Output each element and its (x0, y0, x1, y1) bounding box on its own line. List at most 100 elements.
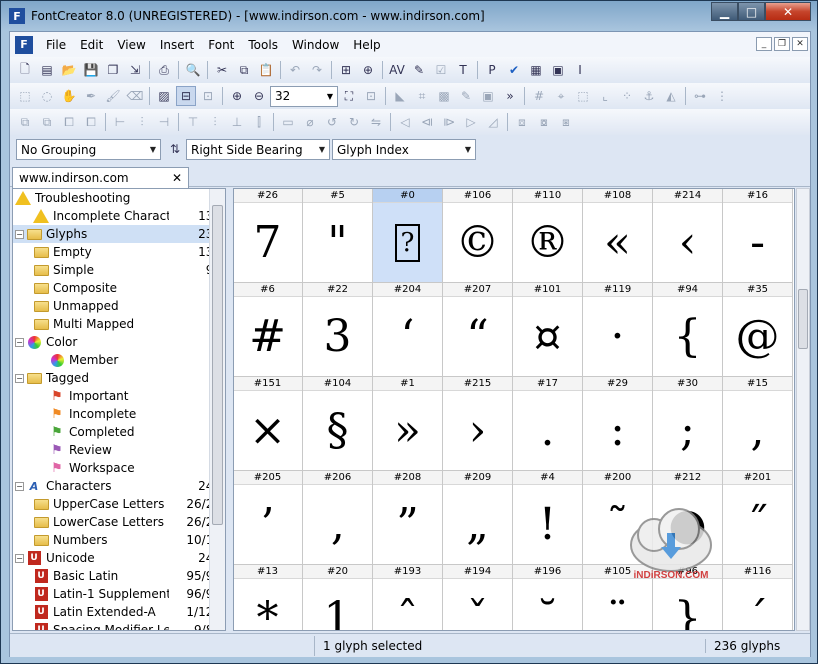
align-bottom-icon[interactable]: ⊥ (227, 112, 247, 132)
tree-item[interactable]: Multi Mapped9 (13, 315, 225, 333)
corner-icon[interactable]: ⌞ (595, 86, 615, 106)
background-icon[interactable]: ▩ (434, 86, 454, 106)
arrow-icon[interactable]: ◣ (390, 86, 410, 106)
glyph-cell[interactable]: #116 ´ (723, 565, 793, 630)
glyph-cell[interactable]: #17. (513, 377, 583, 471)
union-icon[interactable]: ⧈ (512, 112, 532, 132)
insert-glyph-icon[interactable]: ⊞ (336, 60, 356, 80)
tree-item[interactable]: Composite0 (13, 279, 225, 297)
menu-help[interactable]: Help (346, 38, 387, 52)
glyph-cell[interactable]: #20 1 (303, 565, 373, 630)
ungroup-icon[interactable]: ⧉ (37, 112, 57, 132)
glyph-cell[interactable]: #1 » (373, 377, 443, 471)
tree-item[interactable]: LowerCase Letters 26/26 (13, 513, 225, 531)
glyph-cell[interactable]: #35 @ (723, 283, 793, 377)
rotate-left-icon[interactable]: ↺ (322, 112, 342, 132)
tree-item[interactable]: ⚑Review0 (13, 441, 225, 459)
tree-item[interactable]: Member0 (13, 351, 225, 369)
lock-icon[interactable]: ▣ (478, 86, 498, 106)
tree-item[interactable]: Troubleshooting0 (13, 189, 225, 207)
eraser-icon[interactable]: ⌫ (125, 86, 145, 106)
menu-window[interactable]: Window (285, 38, 346, 52)
glyph-cell[interactable]: #29: (583, 377, 653, 471)
tree-item[interactable]: −UUnicode240 (13, 549, 225, 567)
collapse-icon[interactable]: − (15, 337, 24, 347)
grid-toggle-icon[interactable]: ⊟ (176, 86, 196, 106)
tree-item[interactable]: ⚑Incomplete0 (13, 405, 225, 423)
panel-splitter[interactable] (227, 188, 232, 631)
find-icon[interactable]: 🔍 (183, 60, 203, 80)
test-icon[interactable]: ▦ (526, 60, 546, 80)
select-icon[interactable]: ⬚ (15, 86, 35, 106)
glyph-cell[interactable]: #0? (373, 189, 443, 283)
menu-view[interactable]: View (110, 38, 152, 52)
glyph-cell[interactable]: #193 ˆ (373, 565, 443, 630)
document-icon[interactable]: F (15, 35, 33, 54)
index-combo[interactable]: Glyph Index ▼ (332, 139, 476, 160)
nodes-icon[interactable]: ⌗ (412, 86, 432, 106)
tree-item[interactable]: Incomplete Characters138 (13, 207, 225, 225)
save-all-icon[interactable]: ❐ (103, 60, 123, 80)
tree-item[interactable]: −ACharacters245 (13, 477, 225, 495)
mirror-v-icon[interactable]: ⧐ (439, 112, 459, 132)
collapse-icon[interactable]: − (15, 553, 24, 563)
menu-insert[interactable]: Insert (153, 38, 201, 52)
menu-file[interactable]: File (39, 38, 73, 52)
glyph-cell[interactable]: #151 × (234, 377, 303, 471)
rotate-right-icon[interactable]: ↻ (344, 112, 364, 132)
grid-snap-icon[interactable]: ⋮ (712, 86, 732, 106)
collapse-icon[interactable]: − (15, 481, 24, 491)
undo-icon[interactable]: ↶ (285, 60, 305, 80)
tree-item[interactable]: ⚑Important0 (13, 387, 225, 405)
tree-item[interactable]: U Basic Latin 95/95 (13, 567, 225, 585)
distribute-icon[interactable]: ⫿ (249, 112, 269, 132)
tree-scrollbar[interactable] (209, 189, 225, 630)
align-top-icon[interactable]: ⊤ (183, 112, 203, 132)
align-left-icon[interactable]: ⊢ (110, 112, 130, 132)
bounds-icon[interactable]: ⬚ (573, 86, 593, 106)
grid-scroll-thumb[interactable] (798, 289, 808, 349)
glyph-cell[interactable]: #204 ‘ (373, 283, 443, 377)
tree-item[interactable]: ⚑Workspace0 (13, 459, 225, 477)
sort-combo[interactable]: Right Side Bearing ▼ (186, 139, 330, 160)
grouping-combo[interactable]: No Grouping ▼ (16, 139, 161, 160)
glyph-cell[interactable]: #5 " (303, 189, 373, 283)
glyph-cell[interactable]: #196 ˘ (513, 565, 583, 630)
redo-icon[interactable]: ↷ (307, 60, 327, 80)
erase-icon[interactable]: ⌀ (300, 112, 320, 132)
collapse-icon[interactable]: − (15, 229, 24, 239)
check-icon[interactable]: ✔ (504, 60, 524, 80)
text-icon[interactable]: T (453, 60, 473, 80)
glyph-cell[interactable]: #208 ” (373, 471, 443, 565)
more-tools-icon[interactable]: » (500, 86, 520, 106)
glyph-cell[interactable]: #209 „ (443, 471, 513, 565)
glyph-cell[interactable]: #6 # (234, 283, 303, 377)
print-icon[interactable]: ⎙ (154, 60, 174, 80)
glyph-cell[interactable]: #22 3 (303, 283, 373, 377)
subtract-icon[interactable]: ⧆ (556, 112, 576, 132)
glyph-cell[interactable]: #110 ® (513, 189, 583, 283)
glyph-cell[interactable]: #207 “ (443, 283, 513, 377)
glyph-cell[interactable]: #4! (513, 471, 583, 565)
flip-icon[interactable]: ⇋ (366, 112, 386, 132)
save-icon[interactable]: 💾 (81, 60, 101, 80)
fit-icon[interactable]: ⊡ (198, 86, 218, 106)
install-icon[interactable]: ▣ (548, 60, 568, 80)
tree-scroll-thumb[interactable] (212, 205, 223, 525)
mirror-h-icon[interactable]: ⧏ (417, 112, 437, 132)
paint-icon[interactable]: ✎ (409, 60, 429, 80)
paste-icon[interactable]: 📋 (256, 60, 276, 80)
kerning-icon[interactable]: AV (387, 60, 407, 80)
zoom-fit-icon[interactable]: ⊡ (361, 86, 381, 106)
edit-icon[interactable]: ✎ (456, 86, 476, 106)
mdi-close-button[interactable]: ✕ (792, 37, 808, 51)
skew-left-icon[interactable]: ◁ (395, 112, 415, 132)
glyph-cell[interactable]: #101 ¤ (513, 283, 583, 377)
zoom-in-icon[interactable]: ⊕ (227, 86, 247, 106)
pen-icon[interactable]: ✒ (81, 86, 101, 106)
glyph-cell[interactable]: #94 { (653, 283, 723, 377)
hand-icon[interactable]: ✋ (59, 86, 79, 106)
glyph-cell[interactable]: #215 › (443, 377, 513, 471)
grid-icon[interactable]: # (529, 86, 549, 106)
skew-right-icon[interactable]: ▷ (461, 112, 481, 132)
